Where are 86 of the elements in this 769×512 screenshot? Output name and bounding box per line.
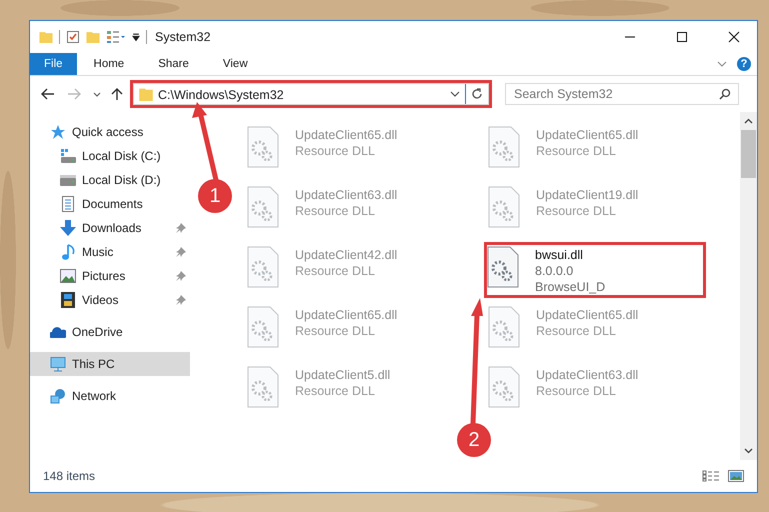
music-note-icon: [60, 244, 76, 260]
sidebar-item[interactable]: Local Disk (D:): [30, 168, 190, 192]
caret-icon[interactable]: [450, 91, 460, 97]
file-detail: Resource DLL: [536, 324, 617, 338]
maximize-icon[interactable]: [676, 31, 688, 43]
file-name: UpdateClient65.dll: [536, 308, 638, 322]
folder-icon: [139, 88, 153, 100]
close-icon[interactable]: [728, 31, 740, 43]
download-icon: [60, 220, 76, 236]
view-icon[interactable]: [106, 30, 126, 44]
sidebar-item[interactable]: This PC: [30, 352, 190, 376]
monitor-icon: [50, 356, 66, 372]
chevron-icon[interactable]: [717, 61, 727, 67]
file-detail: Resource DLL: [295, 324, 376, 338]
file-detail: Resource DLL: [295, 264, 376, 278]
file-detail: Resource DLL: [536, 204, 617, 218]
cloud-icon: [50, 324, 66, 340]
file-detail: Resource DLL: [295, 204, 376, 218]
ribbon-tab[interactable]: Home: [76, 53, 142, 75]
sidebar-item[interactable]: Quick access: [30, 120, 190, 144]
gear-file-icon: [247, 366, 279, 408]
refresh-icon[interactable]: [471, 88, 483, 100]
caret-icon[interactable]: [93, 92, 101, 96]
pin-icon[interactable]: [176, 223, 186, 233]
large-icons-view-icon[interactable]: [728, 470, 744, 482]
file-detail: BrowseUI_D: [535, 280, 606, 294]
up-icon[interactable]: [111, 87, 123, 101]
sidebar-item[interactable]: Videos: [30, 288, 190, 312]
gear-file-icon: [488, 186, 520, 228]
file-name: UpdateClient65.dll: [295, 128, 398, 142]
picture-frame-icon: [60, 268, 76, 284]
file-detail: Resource DLL: [536, 144, 617, 158]
sidebar-item[interactable]: Network: [30, 384, 190, 408]
pin-icon[interactable]: [176, 271, 186, 281]
globe-monitor-icon: [50, 388, 66, 404]
scroll-thumb[interactable]: [741, 130, 756, 178]
properties-icon[interactable]: [66, 30, 80, 44]
file-detail: Resource DLL: [295, 384, 376, 398]
file-item[interactable]: bwsui.dll 8.0.0.0 BrowseUI_D: [484, 242, 706, 298]
address-bar[interactable]: C:\Windows\System32: [133, 83, 489, 105]
sidebar-item[interactable]: Documents: [30, 192, 190, 216]
file-name: bwsui.dll: [535, 248, 584, 262]
search-icon: [719, 88, 731, 100]
gear-file-icon: [247, 246, 279, 288]
back-icon[interactable]: [41, 88, 55, 100]
file-name: UpdateClient5.dll: [295, 368, 390, 382]
gear-file-icon: [247, 186, 279, 228]
pin-icon[interactable]: [176, 295, 186, 305]
file-name: UpdateClient65.dll: [536, 128, 638, 142]
scroll-up-icon[interactable]: [744, 118, 753, 124]
gear-file-icon: [488, 366, 520, 408]
file-name: UpdateClient63.dll: [536, 368, 638, 382]
file-name: UpdateClient19.dll: [536, 188, 638, 202]
file-detail: Resource DLL: [295, 144, 376, 158]
help-button[interactable]: ?: [737, 57, 751, 71]
scroll-down-icon[interactable]: [744, 448, 753, 454]
window-title: System32: [155, 30, 211, 44]
ribbon-tab[interactable]: View: [206, 53, 265, 75]
sidebar-item[interactable]: OneDrive: [30, 320, 190, 344]
sidebar-item[interactable]: Local Disk (C:): [30, 144, 190, 168]
scrollbar[interactable]: [740, 112, 757, 460]
file-name: UpdateClient65.dll: [295, 308, 398, 322]
gear-file-icon: [247, 306, 279, 348]
gear-file-icon: [247, 126, 279, 168]
film-icon: [60, 292, 76, 308]
file-name: UpdateClient63.dll: [295, 188, 398, 202]
pin-icon[interactable]: [176, 247, 186, 257]
item-count: 148 items: [43, 469, 96, 483]
sidebar-item[interactable]: Music: [30, 240, 190, 264]
sidebar-item[interactable]: Downloads: [30, 216, 190, 240]
minimize-icon[interactable]: [624, 36, 636, 38]
drive-icon: [60, 148, 76, 164]
file-detail: Resource DLL: [536, 384, 617, 398]
file-detail: 8.0.0.0: [535, 264, 574, 278]
details-view-icon[interactable]: [702, 470, 720, 482]
gear-file-icon: [488, 126, 520, 168]
document-icon: [60, 196, 76, 212]
sidebar-item[interactable]: Pictures: [30, 264, 190, 288]
file-name: UpdateClient42.dll: [295, 248, 398, 262]
search-field[interactable]: Search System32: [505, 83, 739, 105]
ribbon-tab[interactable]: Share: [141, 53, 206, 75]
drive-icon: [60, 172, 76, 188]
gear-file-icon: [488, 306, 520, 348]
gear-file-icon: [487, 246, 519, 288]
customize-icon[interactable]: [132, 33, 140, 41]
star-icon: [50, 124, 66, 140]
